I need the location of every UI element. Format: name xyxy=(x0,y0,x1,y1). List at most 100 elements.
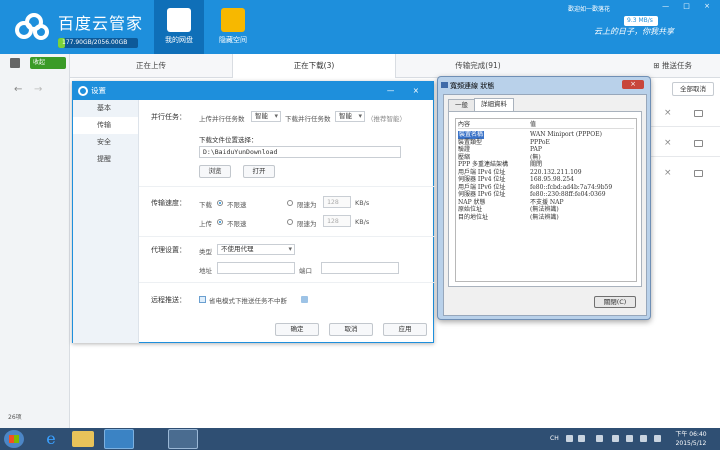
download-limit-radio[interactable] xyxy=(287,200,293,206)
nav-hidden-space[interactable]: 隐藏空间 xyxy=(208,0,258,54)
download-unlimited-radio[interactable] xyxy=(217,200,223,206)
download-speed-unit: KB/s xyxy=(355,199,370,207)
details-row[interactable]: 壓縮 (無) xyxy=(458,154,634,162)
details-row-value: fe80::230:88ff:fe04:0369 xyxy=(530,191,606,198)
gear-icon xyxy=(78,86,88,96)
details-row[interactable]: 目的地位址 (無法辨識) xyxy=(458,214,634,222)
details-row[interactable]: 原始位址 (無法辨識) xyxy=(458,206,634,214)
details-row-value: fe80::fcbd:ad4b:7a74:9b59 xyxy=(530,183,613,191)
start-button[interactable] xyxy=(4,430,24,448)
settings-nav-transfer[interactable]: 传输 xyxy=(73,117,138,134)
transfer-tabs: 正在上传 正在下载(3) 传输完成(91) ⊞ 推送任务 xyxy=(70,54,720,78)
remote-push-checkbox[interactable] xyxy=(199,296,206,303)
speed-badge: 9.3 MB/s xyxy=(624,16,658,26)
tab-details[interactable]: 詳細資料 xyxy=(474,98,514,112)
details-row[interactable]: 伺服器 IPv4 位址 168.95.98.254 xyxy=(458,176,634,184)
window-controls[interactable]: — □ × xyxy=(662,2,716,10)
item-count: 26项 xyxy=(8,414,22,421)
open-folder-button[interactable]: 打开 xyxy=(243,165,275,178)
proxy-port-input[interactable] xyxy=(321,262,399,274)
folder-icon[interactable] xyxy=(694,110,703,117)
settings-window-controls[interactable]: — × xyxy=(387,82,427,100)
taskbar-clock[interactable]: 下午 06:40 2015/5/12 xyxy=(668,430,714,448)
close-button[interactable]: 關閉(C) xyxy=(594,296,636,308)
details-row-property: 用戶端 IPv4 位址 xyxy=(458,168,506,176)
help-icon[interactable] xyxy=(301,296,308,303)
details-row[interactable]: 裝置類型 PPPoE xyxy=(458,139,634,147)
ie-icon[interactable]: e xyxy=(36,429,66,449)
download-path-input[interactable]: D:\BaiduYunDownload xyxy=(199,146,401,158)
folder-icon[interactable] xyxy=(694,140,703,147)
forward-arrow-icon[interactable]: → xyxy=(34,84,42,95)
cancel-button[interactable]: 取消 xyxy=(329,323,373,336)
tray-network-icon[interactable] xyxy=(612,435,619,442)
push-tasks-tab[interactable]: ⊞ 推送任务 xyxy=(653,54,692,78)
remote-desktop-taskbar-icon[interactable] xyxy=(168,429,198,449)
details-row[interactable]: PPP 多重連結架構 關閉 xyxy=(458,161,634,169)
welcome-user[interactable]: 歡迎如一歡落花 xyxy=(568,4,610,13)
tray-help-icon[interactable] xyxy=(578,435,585,442)
proxy-address-input[interactable] xyxy=(217,262,295,274)
upload-unlimited-radio[interactable] xyxy=(217,219,223,225)
proxy-address-label: 地址 xyxy=(199,267,212,275)
details-row[interactable]: NAP 狀態 不支援 NAP xyxy=(458,199,634,207)
tab-completed[interactable]: 传输完成(91) xyxy=(396,54,560,78)
proxy-type-label: 类型 xyxy=(199,248,212,256)
settings-nav-basic[interactable]: 基本 xyxy=(73,100,138,117)
download-limit-input[interactable]: 128 xyxy=(323,196,351,208)
tab-uploading[interactable]: 正在上传 xyxy=(70,54,232,78)
download-limit-label: 限速为 xyxy=(297,201,317,209)
details-row[interactable]: 用戶端 IPv4 位址 220.132.211.109 xyxy=(458,169,634,177)
sidebar-toggle-icon[interactable] xyxy=(10,58,20,68)
push-tasks-label: 推送任务 xyxy=(662,61,692,70)
cancel-task-icon[interactable]: × xyxy=(664,108,672,118)
browse-button[interactable]: 浏览 xyxy=(199,165,231,178)
section-divider xyxy=(139,236,435,237)
proxy-label: 代理设置： xyxy=(151,246,186,254)
details-row[interactable]: 驗證 PAP xyxy=(458,146,634,154)
download-parallel-label: 下载并行任务数 xyxy=(285,115,331,123)
proxy-type-select[interactable]: 不使用代理 xyxy=(217,244,295,255)
upload-parallel-select[interactable]: 智能 xyxy=(251,111,281,122)
tray-volume-icon[interactable] xyxy=(654,435,661,442)
tray-flag-icon[interactable] xyxy=(596,435,603,442)
details-row-property: 伺服器 IPv6 位址 xyxy=(458,191,506,198)
connection-body: 一般 詳細資料 內容 值 裝置名稱 WAN Miniport (PPPOE) 裝置類… xyxy=(443,94,647,316)
details-header: 內容 值 xyxy=(458,121,634,129)
folder-icon[interactable] xyxy=(694,170,703,177)
collapse-button[interactable]: 收起 xyxy=(30,57,66,69)
details-row[interactable]: 裝置名稱 WAN Miniport (PPPOE) xyxy=(458,131,634,139)
close-icon[interactable]: × xyxy=(622,80,644,89)
upload-limit-input[interactable]: 128 xyxy=(323,215,351,227)
details-header-property: 內容 xyxy=(458,121,471,128)
tray-network-icon[interactable] xyxy=(640,435,647,442)
tray-monitor-icon[interactable] xyxy=(626,435,633,442)
tab-general[interactable]: 一般 xyxy=(448,99,475,111)
network-icon xyxy=(441,82,448,88)
settings-nav-reminder[interactable]: 提醒 xyxy=(73,151,138,168)
details-list[interactable]: 內容 值 裝置名稱 WAN Miniport (PPPOE) 裝置類型 PPPoE 驗證… xyxy=(455,118,637,282)
details-row[interactable]: 用戶端 IPv6 位址 fe80::fcbd:ad4b:7a74:9b59 xyxy=(458,184,634,192)
cancel-all-button[interactable]: 全部取消 xyxy=(672,82,714,96)
details-row-value: PAP xyxy=(530,146,542,153)
download-parallel-select[interactable]: 智能 xyxy=(335,111,365,122)
cancel-task-icon[interactable]: × xyxy=(664,168,672,178)
file-explorer-icon[interactable] xyxy=(72,431,94,447)
baidu-cloud-taskbar-icon[interactable] xyxy=(104,429,134,449)
details-row-property: 驗證 xyxy=(458,146,471,153)
back-arrow-icon[interactable]: ← xyxy=(14,84,22,95)
app-header: 百度云管家 177.90GB/2056.00GB 我的网盘 隐藏空间 歡迎如一歡… xyxy=(0,0,720,54)
ok-button[interactable]: 确定 xyxy=(275,323,319,336)
tray-language[interactable]: CH xyxy=(550,428,559,450)
upload-limit-radio[interactable] xyxy=(287,219,293,225)
settings-nav: 基本 传输 安全 提醒 xyxy=(73,100,139,343)
download-unlimited-label: 不限速 xyxy=(227,201,247,209)
details-row[interactable]: 伺服器 IPv6 位址 fe80::230:88ff:fe04:0369 xyxy=(458,191,634,199)
tab-downloading[interactable]: 正在下载(3) xyxy=(232,54,396,78)
apply-button[interactable]: 应用 xyxy=(383,323,427,336)
tray-keyboard-icon[interactable] xyxy=(566,435,573,442)
nav-my-disk[interactable]: 我的网盘 xyxy=(154,0,204,54)
cancel-task-icon[interactable]: × xyxy=(664,138,672,148)
details-row-property: NAP 狀態 xyxy=(458,198,486,206)
settings-nav-security[interactable]: 安全 xyxy=(73,134,138,151)
